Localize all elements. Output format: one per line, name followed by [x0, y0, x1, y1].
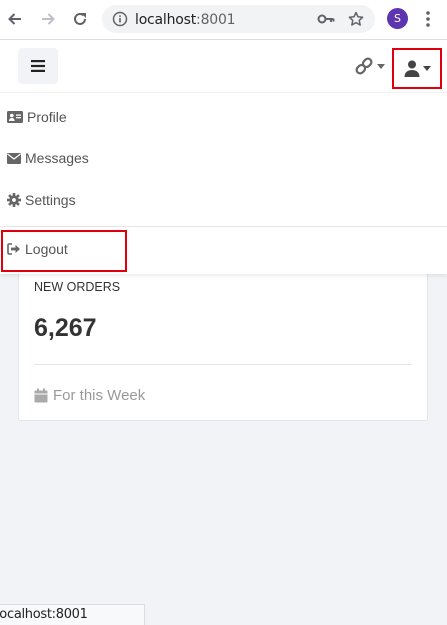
- info-icon: [112, 11, 128, 27]
- user-icon: [404, 60, 419, 77]
- links-dropdown[interactable]: [354, 54, 388, 78]
- card-value: 6,267: [34, 314, 97, 342]
- back-button[interactable]: [4, 8, 26, 30]
- logout-highlight-box: [1, 230, 127, 272]
- sidebar-toggle-button[interactable]: [18, 48, 58, 84]
- status-url: localhost:8001: [0, 607, 88, 622]
- user-menu-button[interactable]: [392, 48, 442, 89]
- gear-icon: [7, 193, 21, 207]
- browser-toolbar: localhost:8001 S: [0, 0, 447, 40]
- envelope-icon: [7, 152, 21, 164]
- new-orders-card: NEW ORDERS 6,267 For this Week: [18, 262, 428, 421]
- menu-item-profile[interactable]: Profile: [7, 109, 67, 125]
- card-divider: [34, 364, 412, 365]
- url-port: :8001: [196, 12, 236, 28]
- caret-down-icon: [377, 63, 385, 69]
- card-title: NEW ORDERS: [34, 280, 121, 294]
- menu-item-label: Settings: [25, 192, 76, 208]
- address-bar[interactable]: localhost:8001: [102, 5, 375, 33]
- menu-divider: [0, 226, 447, 227]
- app-header: [0, 40, 447, 92]
- kebab-menu-icon[interactable]: [424, 10, 432, 28]
- reload-button[interactable]: [69, 8, 91, 30]
- url-host: localhost: [135, 12, 197, 28]
- caret-down-icon: [422, 66, 431, 71]
- arrow-left-icon: [8, 13, 21, 25]
- menu-item-settings[interactable]: Settings: [7, 192, 76, 208]
- menu-item-messages[interactable]: Messages: [7, 150, 89, 166]
- id-card-icon: [7, 111, 23, 123]
- card-footer-text: For this Week: [53, 387, 146, 404]
- arrow-right-icon: [42, 13, 55, 25]
- calendar-icon: [34, 388, 48, 403]
- hamburger-icon: [31, 60, 45, 72]
- url-text: localhost:8001: [135, 12, 236, 28]
- forward-button[interactable]: [37, 8, 59, 30]
- menu-item-label: Profile: [27, 109, 67, 125]
- menu-item-label: Messages: [25, 150, 89, 166]
- star-icon[interactable]: [348, 11, 364, 27]
- key-icon[interactable]: [317, 12, 335, 26]
- profile-avatar[interactable]: S: [387, 8, 408, 29]
- link-status-bar: localhost:8001: [0, 604, 145, 625]
- link-icon: [355, 57, 373, 75]
- reload-icon: [74, 12, 86, 25]
- card-footer: For this Week: [34, 387, 145, 404]
